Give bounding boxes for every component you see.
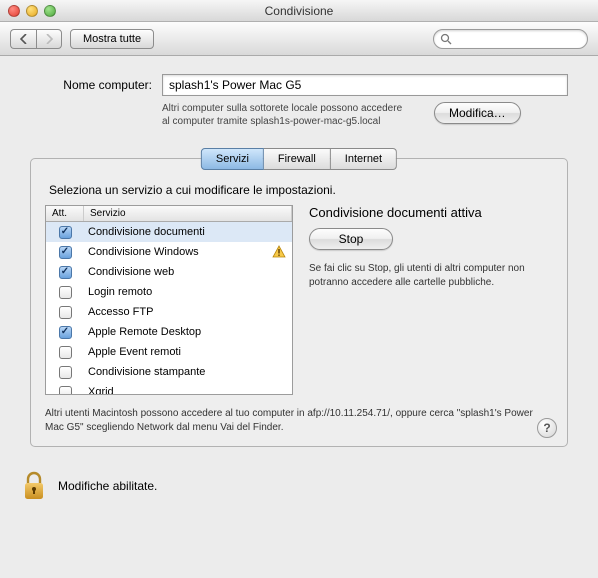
service-label: Condivisione Windows [84, 245, 292, 259]
table-body: Condivisione documenti Condivisione Windo… [46, 222, 292, 394]
service-description: Se fai clic su Stop, gli utenti di altri… [309, 262, 529, 289]
table-row[interactable]: Condivisione documenti [46, 222, 292, 242]
service-checkbox[interactable] [59, 246, 72, 259]
service-checkbox[interactable] [59, 326, 72, 339]
nav-segment [10, 29, 62, 49]
chevron-left-icon [20, 34, 28, 44]
lock-row[interactable]: Modifiche abilitate. [20, 469, 568, 503]
service-checkbox[interactable] [59, 386, 72, 395]
computer-name-row: Nome computer: [30, 74, 568, 96]
window-controls [8, 5, 56, 17]
search-field[interactable] [433, 29, 588, 49]
service-label: Condivisione stampante [84, 366, 292, 378]
computer-name-label: Nome computer: [30, 78, 152, 92]
chevron-right-icon [45, 34, 53, 44]
service-label: Condivisione web [84, 266, 292, 278]
table-row[interactable]: Apple Event remoti [46, 342, 292, 362]
service-label: Condivisione documenti [84, 226, 292, 238]
service-label: Apple Event remoti [84, 346, 292, 358]
toolbar: Mostra tutte [0, 22, 598, 56]
service-status-title: Condivisione documenti attiva [309, 205, 553, 220]
back-button[interactable] [10, 29, 36, 49]
minimize-icon[interactable] [26, 5, 38, 17]
zoom-icon[interactable] [44, 5, 56, 17]
close-icon[interactable] [8, 5, 20, 17]
service-checkbox[interactable] [59, 286, 72, 299]
table-header: Att. Servizio [46, 206, 292, 222]
footnote-text: Altri utenti Macintosh possono accedere … [45, 407, 553, 434]
services-table: Att. Servizio Condivisione documentiCond… [45, 205, 293, 395]
tab-internet[interactable]: Internet [331, 148, 397, 170]
table-row[interactable]: Condivisione stampante [46, 362, 292, 382]
computer-name-hint: Altri computer sulla sottorete locale po… [162, 102, 412, 128]
service-checkbox[interactable] [59, 306, 72, 319]
window-title: Condivisione [0, 4, 598, 18]
services-groupbox: Servizi Firewall Internet Seleziona un s… [30, 158, 568, 447]
show-all-button[interactable]: Mostra tutte [70, 29, 154, 49]
service-checkbox[interactable] [59, 346, 72, 359]
service-checkbox[interactable] [59, 266, 72, 279]
search-input[interactable] [456, 33, 581, 45]
col-active-header[interactable]: Att. [46, 206, 84, 221]
tab-bar: Servizi Firewall Internet [201, 148, 397, 170]
warning-icon [272, 245, 286, 259]
service-checkbox[interactable] [59, 366, 72, 379]
lock-text: Modifiche abilitate. [58, 479, 157, 493]
table-row[interactable]: Login remoto [46, 282, 292, 302]
help-button[interactable]: ? [537, 418, 557, 438]
stop-button[interactable]: Stop [309, 228, 393, 250]
table-row[interactable]: Condivisione Windows [46, 242, 292, 262]
tab-firewall[interactable]: Firewall [264, 148, 331, 170]
lock-icon [20, 469, 48, 503]
content-area: Nome computer: Altri computer sulla sott… [0, 56, 598, 515]
table-row[interactable]: Apple Remote Desktop [46, 322, 292, 342]
edit-button[interactable]: Modifica… [434, 102, 521, 124]
service-detail: Condivisione documenti attiva Stop Se fa… [309, 205, 553, 395]
table-row[interactable]: Accesso FTP [46, 302, 292, 322]
instruction-text: Seleziona un servizio a cui modificare l… [49, 183, 553, 197]
forward-button[interactable] [36, 29, 62, 49]
computer-name-input[interactable] [162, 74, 568, 96]
service-label: Apple Remote Desktop [84, 326, 292, 338]
table-row[interactable]: Condivisione web [46, 262, 292, 282]
service-checkbox[interactable] [59, 226, 72, 239]
tab-servizi[interactable]: Servizi [201, 148, 264, 170]
service-label: Accesso FTP [84, 306, 292, 318]
col-service-header[interactable]: Servizio [84, 206, 292, 221]
search-icon [440, 33, 452, 45]
table-row[interactable]: Xgrid [46, 382, 292, 394]
service-label: Login remoto [84, 286, 292, 298]
service-label: Xgrid [84, 386, 292, 394]
window-titlebar: Condivisione [0, 0, 598, 22]
